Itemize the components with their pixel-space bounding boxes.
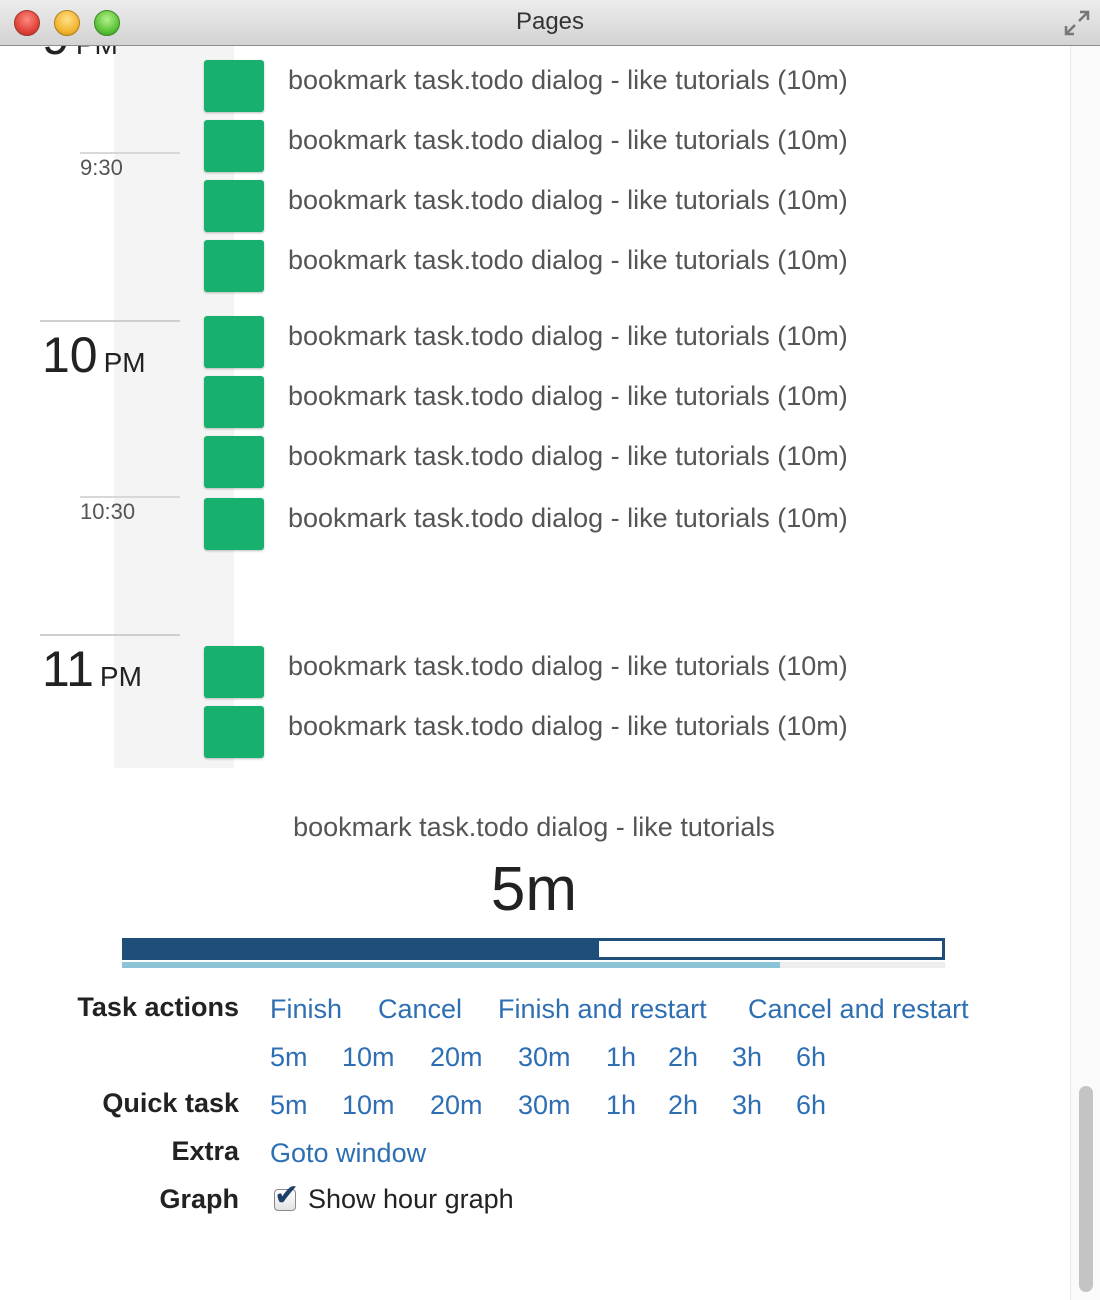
quick-5m-link[interactable]: 5m [270,1090,308,1121]
task-entry[interactable]: bookmark task.todo dialog - like tutoria… [204,120,1070,172]
task-label: bookmark task.todo dialog - like tutoria… [288,503,848,533]
hour-number: 10 [42,327,98,383]
extra-label: Extra [171,1136,239,1166]
hour-label-partial: 9 PM [42,46,118,66]
task-entry[interactable]: bookmark task.todo dialog - like tutoria… [204,240,1070,292]
goto-window-link[interactable]: Goto window [270,1138,426,1169]
extend-6h-link[interactable]: 6h [796,1042,826,1073]
task-label: bookmark task.todo dialog - like tutoria… [288,441,848,471]
task-block[interactable] [204,646,264,698]
vertical-scrollbar[interactable] [1070,46,1100,1300]
window-title: Pages [515,8,585,35]
task-entry[interactable]: bookmark task.todo dialog - like tutoria… [204,376,1070,428]
quick-6h-link[interactable]: 6h [796,1090,826,1121]
task-block[interactable] [204,376,264,428]
task-label: bookmark task.todo dialog - like tutoria… [288,711,848,741]
current-task-name: bookmark task.todo dialog - like tutoria… [293,812,775,842]
hour-ampm: PM [103,347,146,378]
task-block[interactable] [204,60,264,112]
task-progress-bar [122,938,945,960]
task-actions-label: Task actions [77,992,239,1022]
half-hour-label: 10:30 [80,499,136,524]
half-hour-label: 9:30 [80,155,123,180]
half-hour-line [80,152,180,154]
task-label: bookmark task.todo dialog - like tutoria… [288,125,848,155]
task-label: bookmark task.todo dialog - like tutoria… [288,321,848,351]
finish-link[interactable]: Finish [270,994,342,1025]
task-block[interactable] [204,240,264,292]
secondary-progress-bar [122,962,945,968]
task-block[interactable] [204,706,264,758]
task-entry[interactable]: bookmark task.todo dialog - like tutoria… [204,60,1070,112]
task-block[interactable] [204,498,264,550]
task-entry[interactable]: bookmark task.todo dialog - like tutoria… [204,316,1070,368]
extend-30m-link[interactable]: 30m [518,1042,571,1073]
finish-and-restart-link[interactable]: Finish and restart [498,994,707,1025]
task-block[interactable] [204,316,264,368]
hour-line [40,320,180,322]
hour-number: 9 [42,46,70,65]
hour-line [40,634,180,636]
quick-10m-link[interactable]: 10m [342,1090,395,1121]
cancel-link[interactable]: Cancel [378,994,462,1025]
task-block[interactable] [204,436,264,488]
secondary-progress-fill [122,962,781,968]
window-titlebar: Pages [0,0,1100,46]
task-label: bookmark task.todo dialog - like tutoria… [288,245,848,275]
task-entry[interactable]: bookmark task.todo dialog - like tutoria… [204,498,1070,550]
task-label: bookmark task.todo dialog - like tutoria… [288,185,848,215]
fullscreen-icon[interactable] [1062,6,1092,40]
task-block[interactable] [204,180,264,232]
task-label: bookmark task.todo dialog - like tutoria… [288,65,848,95]
hour-ampm: PM [99,661,142,692]
quick-3h-link[interactable]: 3h [732,1090,762,1121]
cancel-and-restart-link[interactable]: Cancel and restart [748,994,969,1025]
extend-1h-link[interactable]: 1h [606,1042,636,1073]
hour-ampm: PM [76,46,118,60]
extend-10m-link[interactable]: 10m [342,1042,395,1073]
extend-2h-link[interactable]: 2h [668,1042,698,1073]
extend-5m-link[interactable]: 5m [270,1042,308,1073]
task-entry[interactable]: bookmark task.todo dialog - like tutoria… [204,706,1070,758]
task-progress-fill [125,941,599,957]
hour-number: 11 [42,641,94,697]
checkmark-icon: ✔ [274,1179,300,1212]
extend-3h-link[interactable]: 3h [732,1042,762,1073]
show-hour-graph-label[interactable]: Show hour graph [308,1184,514,1215]
scrollbar-thumb[interactable] [1079,1086,1093,1292]
half-hour-line [80,496,180,498]
graph-label: Graph [159,1184,239,1214]
main-content: 9PM 9:30 10PM 10:30 11PM bookmark task.t… [0,46,1070,1300]
quick-20m-link[interactable]: 20m [430,1090,483,1121]
quick-2h-link[interactable]: 2h [668,1090,698,1121]
quick-task-label: Quick task [102,1088,239,1118]
task-label: bookmark task.todo dialog - like tutoria… [288,651,848,681]
show-hour-graph-checkbox[interactable]: ✔ [274,1181,299,1211]
hour-label: 11 PM [42,640,142,698]
task-block[interactable] [204,120,264,172]
task-entry[interactable]: bookmark task.todo dialog - like tutoria… [204,436,1070,488]
task-entry[interactable]: bookmark task.todo dialog - like tutoria… [204,180,1070,232]
quick-1h-link[interactable]: 1h [606,1090,636,1121]
task-label: bookmark task.todo dialog - like tutoria… [288,381,848,411]
quick-30m-link[interactable]: 30m [518,1090,571,1121]
task-entry[interactable]: bookmark task.todo dialog - like tutoria… [204,646,1070,698]
hour-label: 10 PM [42,326,146,384]
time-remaining: 5m [490,855,578,924]
extend-20m-link[interactable]: 20m [430,1042,483,1073]
